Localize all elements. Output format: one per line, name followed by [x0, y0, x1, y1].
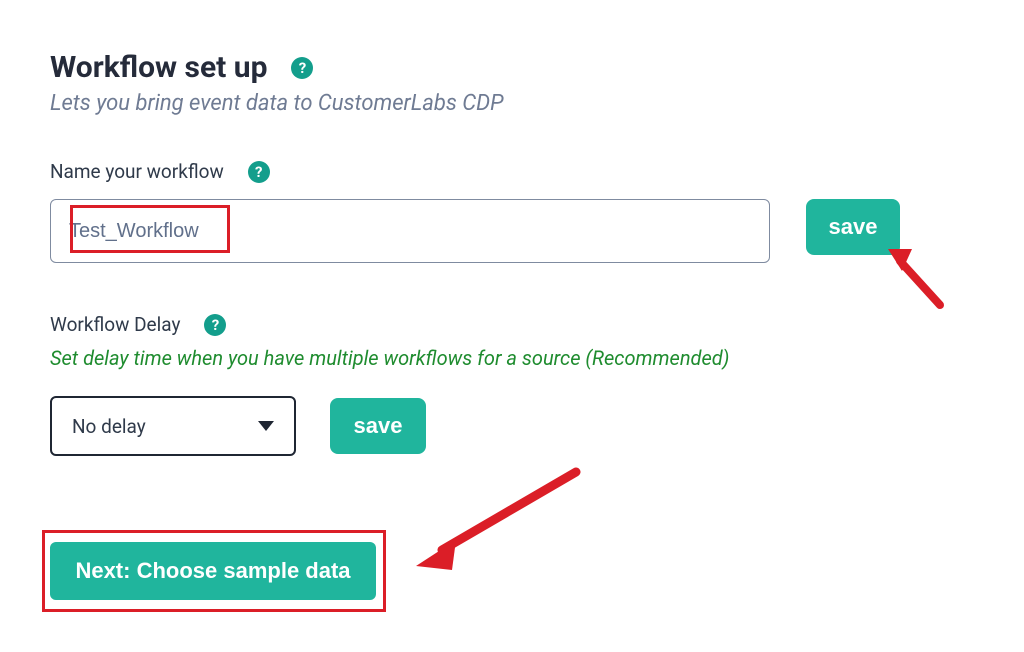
chevron-down-icon [258, 421, 274, 431]
page-subtitle: Lets you bring event data to CustomerLab… [50, 91, 974, 116]
page-title: Workflow set up [50, 50, 267, 85]
workflow-delay-hint: Set delay time when you have multiple wo… [50, 346, 974, 370]
name-workflow-label: Name your workflow [50, 160, 224, 183]
workflow-name-input[interactable] [50, 199, 770, 263]
help-icon[interactable]: ? [291, 57, 313, 79]
help-icon[interactable]: ? [248, 161, 270, 183]
help-icon[interactable]: ? [204, 314, 226, 336]
workflow-delay-select[interactable]: No delay [50, 396, 296, 456]
header-block: Workflow set up ? Lets you bring event d… [50, 50, 974, 116]
next-choose-sample-data-button[interactable]: Next: Choose sample data [50, 542, 376, 600]
name-workflow-section: Name your workflow ? save [50, 160, 974, 263]
save-delay-button[interactable]: save [330, 398, 426, 454]
workflow-delay-section: Workflow Delay ? Set delay time when you… [50, 313, 974, 456]
annotation-arrow-icon [870, 247, 950, 313]
next-button-area: Next: Choose sample data [50, 542, 400, 600]
save-name-button[interactable]: save [806, 199, 900, 255]
annotation-arrow-icon [406, 464, 586, 574]
workflow-delay-value: No delay [72, 415, 146, 438]
workflow-delay-label: Workflow Delay [50, 313, 180, 336]
